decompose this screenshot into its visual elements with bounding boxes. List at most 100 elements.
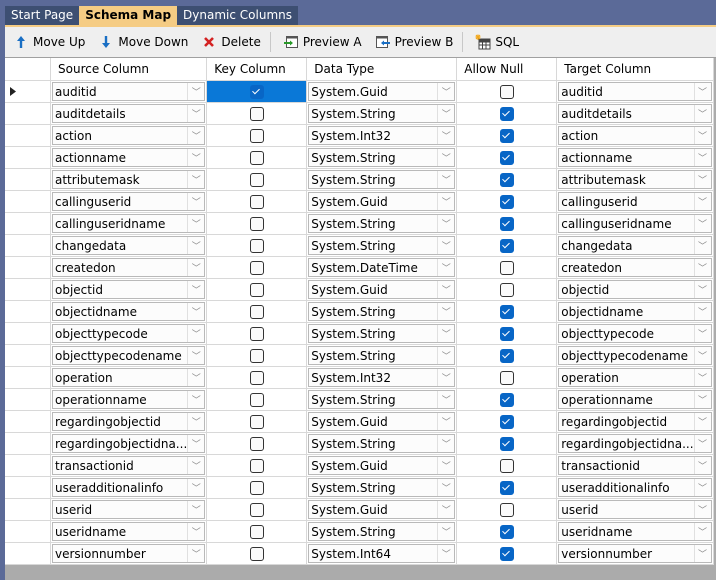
key-column-cell[interactable] [206,234,308,257]
data-type-cell[interactable]: System.String ﹀ [306,234,458,257]
chevron-down-icon[interactable]: ﹀ [187,149,204,166]
chevron-down-icon[interactable]: ﹀ [437,523,454,540]
key-column-cell[interactable] [206,344,308,367]
target-column-cell[interactable]: objectid ﹀ [556,278,714,301]
data-type-dropdown[interactable]: System.String ﹀ [308,478,456,497]
chevron-down-icon[interactable]: ﹀ [187,457,204,474]
chevron-down-icon[interactable]: ﹀ [693,193,711,210]
row-header[interactable] [5,168,51,191]
chevron-down-icon[interactable]: ﹀ [187,435,204,452]
source-column-dropdown[interactable]: auditid ﹀ [52,82,206,101]
target-column-cell[interactable]: operationname ﹀ [556,388,714,411]
row-header[interactable] [5,344,51,367]
tab-dynamic-columns[interactable]: Dynamic Columns [177,6,298,25]
table-row[interactable]: operation ﹀ System.Int32 ﹀ operation ﹀ [5,366,714,389]
key-column-checkbox[interactable] [249,172,264,187]
chevron-down-icon[interactable]: ﹀ [693,391,711,408]
data-type-dropdown[interactable]: System.String ﹀ [308,346,456,365]
chevron-down-icon[interactable]: ﹀ [437,545,454,562]
row-header[interactable] [5,388,51,411]
key-column-cell[interactable] [206,322,308,345]
data-type-cell[interactable]: System.String ﹀ [306,212,458,235]
chevron-down-icon[interactable]: ﹀ [693,171,711,188]
target-column-cell[interactable]: createdon ﹀ [556,256,714,279]
data-type-cell[interactable]: System.String ﹀ [306,476,458,499]
source-column-cell[interactable]: attributemask ﹀ [50,168,208,191]
source-column-dropdown[interactable]: useridname ﹀ [52,522,206,541]
source-column-dropdown[interactable]: attributemask ﹀ [52,170,206,189]
source-column-cell[interactable]: changedata ﹀ [50,234,208,257]
allow-null-checkbox[interactable] [499,348,514,363]
preview-a-button[interactable]: Preview A [278,30,367,54]
source-column-dropdown[interactable]: operation ﹀ [52,368,206,387]
allow-null-cell[interactable] [456,102,558,125]
key-column-cell[interactable] [206,432,308,455]
chevron-down-icon[interactable]: ﹀ [187,105,204,122]
source-column-cell[interactable]: objectid ﹀ [50,278,208,301]
key-column-checkbox[interactable] [249,326,264,341]
key-column-checkbox[interactable] [249,348,264,363]
target-column-dropdown[interactable]: actionname ﹀ [558,148,712,167]
chevron-down-icon[interactable]: ﹀ [187,281,204,298]
target-column-dropdown[interactable]: auditdetails ﹀ [558,104,712,123]
chevron-down-icon[interactable]: ﹀ [693,215,711,232]
data-type-cell[interactable]: System.Guid ﹀ [306,80,458,103]
table-row[interactable]: versionnumber ﹀ System.Int64 ﹀ versionnu… [5,542,714,565]
chevron-down-icon[interactable]: ﹀ [693,435,711,452]
delete-button[interactable]: Delete [196,30,265,54]
key-column-cell[interactable] [206,102,308,125]
allow-null-cell[interactable] [456,146,558,169]
key-column-cell[interactable] [206,146,308,169]
allow-null-cell[interactable] [456,190,558,213]
data-type-dropdown[interactable]: System.String ﹀ [308,522,456,541]
chevron-down-icon[interactable]: ﹀ [693,281,711,298]
key-column-cell[interactable] [206,168,308,191]
row-header[interactable] [5,498,51,521]
data-type-cell[interactable]: System.Guid ﹀ [306,454,458,477]
chevron-down-icon[interactable]: ﹀ [187,347,204,364]
allow-null-cell[interactable] [456,278,558,301]
row-header[interactable] [5,278,51,301]
data-type-dropdown[interactable]: System.String ﹀ [308,302,456,321]
allow-null-cell[interactable] [456,212,558,235]
chevron-down-icon[interactable]: ﹀ [693,325,711,342]
allow-null-checkbox[interactable] [499,106,514,121]
chevron-down-icon[interactable]: ﹀ [693,413,711,430]
target-column-cell[interactable]: transactionid ﹀ [556,454,714,477]
allow-null-checkbox[interactable] [499,84,514,99]
source-column-cell[interactable]: objecttypecodename ﹀ [50,344,208,367]
key-column-checkbox[interactable] [249,414,264,429]
table-row[interactable]: callinguseridname ﹀ System.String ﹀ call… [5,212,714,235]
source-column-cell[interactable]: transactionid ﹀ [50,454,208,477]
allow-null-checkbox[interactable] [499,194,514,209]
tab-start-page[interactable]: Start Page [5,6,80,25]
allow-null-cell[interactable] [456,432,558,455]
allow-null-cell[interactable] [456,256,558,279]
chevron-down-icon[interactable]: ﹀ [437,457,454,474]
chevron-down-icon[interactable]: ﹀ [437,237,454,254]
target-column-cell[interactable]: auditdetails ﹀ [556,102,714,125]
row-header[interactable] [5,520,51,543]
chevron-down-icon[interactable]: ﹀ [693,545,711,562]
key-column-cell[interactable] [206,212,308,235]
data-type-cell[interactable]: System.String ﹀ [306,344,458,367]
chevron-down-icon[interactable]: ﹀ [187,171,204,188]
allow-null-checkbox[interactable] [499,172,514,187]
source-column-dropdown[interactable]: regardingobjectid ﹀ [52,412,206,431]
table-row[interactable]: objecttypecodename ﹀ System.String ﹀ obj… [5,344,714,367]
allow-null-cell[interactable] [456,454,558,477]
data-type-dropdown[interactable]: System.Int32 ﹀ [308,126,456,145]
chevron-down-icon[interactable]: ﹀ [187,369,204,386]
allow-null-cell[interactable] [456,124,558,147]
row-header[interactable] [5,300,51,323]
target-column-cell[interactable]: changedata ﹀ [556,234,714,257]
chevron-down-icon[interactable]: ﹀ [437,501,454,518]
data-type-cell[interactable]: System.Guid ﹀ [306,498,458,521]
target-column-dropdown[interactable]: useradditionalinfo ﹀ [558,478,712,497]
data-type-dropdown[interactable]: System.String ﹀ [308,324,456,343]
source-column-dropdown[interactable]: regardingobjectidna... ﹀ [52,434,206,453]
data-type-dropdown[interactable]: System.Guid ﹀ [308,82,456,101]
target-column-dropdown[interactable]: callinguseridname ﹀ [558,214,712,233]
key-column-checkbox[interactable] [249,128,264,143]
row-header[interactable] [5,190,51,213]
